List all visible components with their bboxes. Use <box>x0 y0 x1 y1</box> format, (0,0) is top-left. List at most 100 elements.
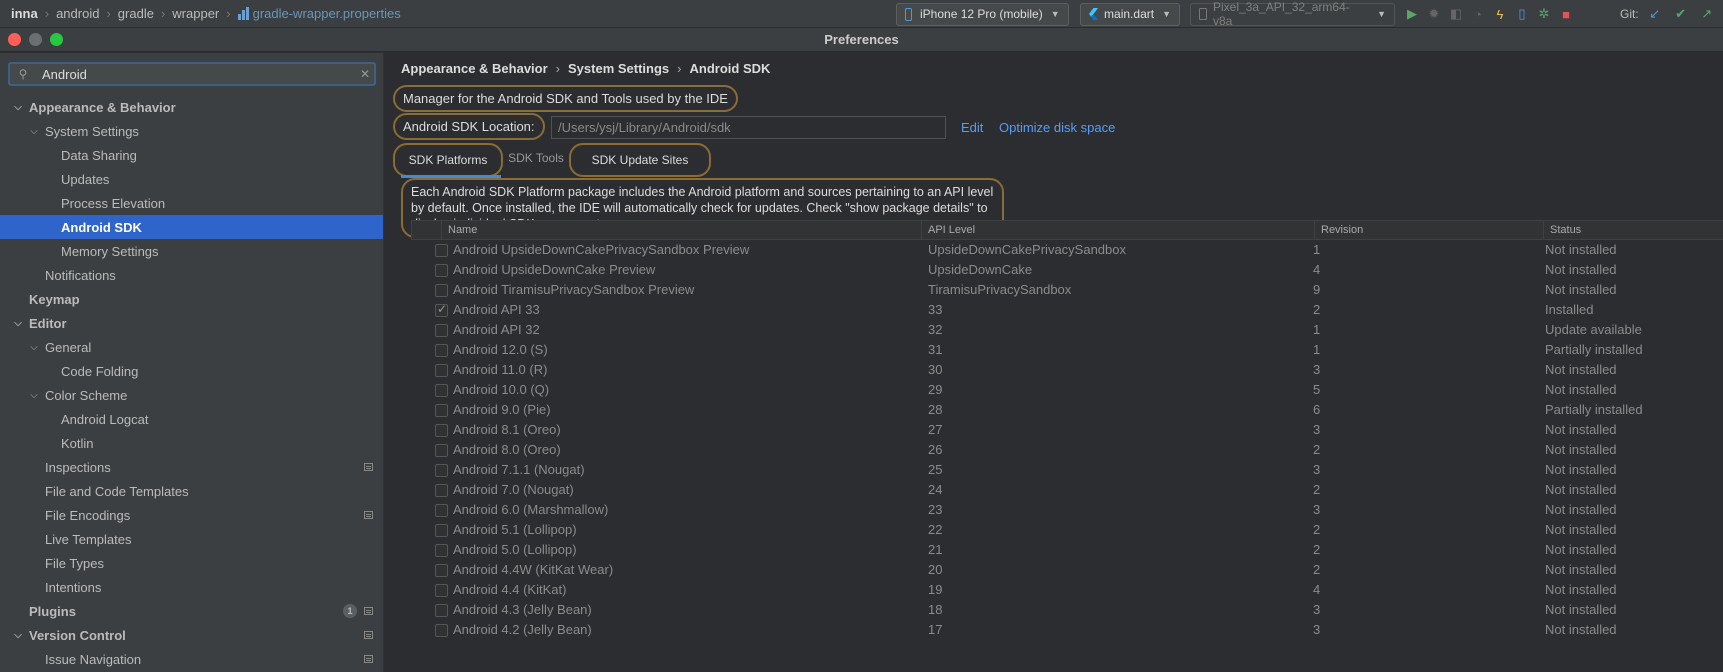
tree-item-version-control[interactable]: ⌵ Version Control <box>0 623 383 647</box>
attach-debugger-icon[interactable]: ✲ <box>1534 4 1554 24</box>
row-checkbox[interactable] <box>435 424 448 437</box>
optimize-disk-space-link[interactable]: Optimize disk space <box>999 120 1115 135</box>
tree-item-android-sdk[interactable]: Android SDK <box>0 215 383 239</box>
tree-item-file-code-templates[interactable]: File and Code Templates <box>0 479 383 503</box>
tree-item-updates[interactable]: Updates <box>0 167 383 191</box>
row-checkbox[interactable] <box>435 464 448 477</box>
row-checkbox[interactable] <box>435 584 448 597</box>
tree-item-process-elevation[interactable]: Process Elevation <box>0 191 383 215</box>
row-checkbox[interactable] <box>435 624 448 637</box>
tree-item-android-logcat[interactable]: Android Logcat <box>0 407 383 431</box>
tree-item-appearance-behavior[interactable]: ⌵ Appearance & Behavior <box>0 95 383 119</box>
table-row[interactable]: Android 4.4W (KitKat Wear) 20 2 Not install… <box>411 560 1723 580</box>
table-row[interactable]: Android 6.0 (Marshmallow) 23 3 Not installe… <box>411 500 1723 520</box>
breadcrumb-wrapper[interactable]: wrapper <box>172 6 219 21</box>
git-update-icon[interactable]: ↙ <box>1645 4 1665 24</box>
table-row[interactable]: Android 8.0 (Oreo) 26 2 Not installed <box>411 440 1723 460</box>
row-checkbox[interactable] <box>435 544 448 557</box>
tab-sdk-update-sites[interactable]: SDK Update Sites <box>569 143 711 177</box>
table-row[interactable]: Android 10.0 (Q) 29 5 Not installed <box>411 380 1723 400</box>
git-commit-icon[interactable]: ✔ <box>1671 4 1691 24</box>
debug-icon[interactable]: ✹ <box>1424 4 1444 24</box>
row-checkbox[interactable] <box>435 384 448 397</box>
tree-item-general[interactable]: ⌵ General <box>0 335 383 359</box>
table-row[interactable]: Android API 33 33 2 Installed <box>411 300 1723 320</box>
table-row[interactable]: Android UpsideDownCake Preview UpsideDown… <box>411 260 1723 280</box>
table-row[interactable]: Android 7.1.1 (Nougat) 25 3 Not installed <box>411 460 1723 480</box>
chevron-down-icon[interactable]: ⌵ <box>28 390 40 401</box>
stop-icon[interactable]: ■ <box>1556 4 1576 24</box>
tree-item-keymap[interactable]: Keymap <box>0 287 383 311</box>
table-row[interactable]: Android 12.0 (S) 31 1 Partially installed <box>411 340 1723 360</box>
settings-search-input[interactable] <box>34 66 356 82</box>
row-checkbox[interactable] <box>435 504 448 517</box>
chevron-down-icon[interactable]: ⌵ <box>12 102 24 113</box>
profile-icon[interactable]: ◔ <box>1468 4 1488 24</box>
tree-item-kotlin[interactable]: Kotlin <box>0 431 383 455</box>
tree-item-code-folding[interactable]: Code Folding <box>0 359 383 383</box>
table-row[interactable]: Android 5.1 (Lollipop) 22 2 Not installed <box>411 520 1723 540</box>
table-row[interactable]: Android 7.0 (Nougat) 24 2 Not installed <box>411 480 1723 500</box>
row-checkbox[interactable] <box>435 604 448 617</box>
table-row[interactable]: Android TiramisuPrivacySandbox Preview Ti… <box>411 280 1723 300</box>
row-checkbox[interactable] <box>435 524 448 537</box>
row-checkbox[interactable] <box>435 344 448 357</box>
clear-search-icon[interactable]: ✕ <box>356 67 374 81</box>
row-checkbox[interactable] <box>435 564 448 577</box>
chevron-down-icon[interactable]: ⌵ <box>28 126 40 137</box>
table-row[interactable]: Android 5.0 (Lollipop) 21 2 Not installed <box>411 540 1723 560</box>
chevron-down-icon[interactable]: ⌵ <box>28 342 40 353</box>
tree-item-system-settings[interactable]: ⌵ System Settings <box>0 119 383 143</box>
breadcrumb-project[interactable]: inna <box>11 6 38 21</box>
tree-item-issue-navigation[interactable]: Issue Navigation <box>0 647 383 671</box>
tree-item-file-types[interactable]: File Types <box>0 551 383 575</box>
row-checkbox[interactable] <box>435 302 448 317</box>
table-row[interactable]: Android 11.0 (R) 30 3 Not installed <box>411 360 1723 380</box>
chevron-down-icon[interactable]: ⌵ <box>12 318 24 329</box>
row-checkbox[interactable] <box>435 364 448 377</box>
table-row[interactable]: Android 4.2 (Jelly Bean) 17 3 Not installed <box>411 620 1723 640</box>
tree-item-color-scheme[interactable]: ⌵ Color Scheme <box>0 383 383 407</box>
tab-sdk-tools[interactable]: SDK Tools <box>503 143 569 177</box>
tree-item-intentions[interactable]: Intentions <box>0 575 383 599</box>
row-checkbox[interactable] <box>435 284 448 297</box>
tree-item-file-encodings[interactable]: File Encodings <box>0 503 383 527</box>
tree-item-memory-settings[interactable]: Memory Settings <box>0 239 383 263</box>
apply-changes-icon[interactable]: ▯ <box>1512 4 1532 24</box>
header-revision[interactable]: Revision <box>1314 221 1543 240</box>
tree-item-data-sharing[interactable]: Data Sharing <box>0 143 383 167</box>
tab-sdk-platforms[interactable]: SDK Platforms <box>393 143 503 178</box>
row-checkbox[interactable] <box>435 404 448 417</box>
tree-item-inspections[interactable]: Inspections <box>0 455 383 479</box>
table-row[interactable]: Android 4.4 (KitKat) 19 4 Not installed <box>411 580 1723 600</box>
table-row[interactable]: Android UpsideDownCakePrivacySandbox Pre… <box>411 240 1723 260</box>
chevron-down-icon[interactable]: ⌵ <box>12 630 24 641</box>
edit-link[interactable]: Edit <box>961 120 983 135</box>
tree-item-plugins[interactable]: Plugins 1 <box>0 599 383 623</box>
tree-item-notifications[interactable]: Notifications <box>0 263 383 287</box>
emulator-selector[interactable]: Pixel_3a_API_32_arm64-v8a ▼ <box>1190 0 1395 28</box>
breadcrumb-file[interactable]: gradle-wrapper.properties <box>237 6 401 21</box>
row-checkbox[interactable] <box>435 444 448 457</box>
header-status[interactable]: Status <box>1543 221 1723 240</box>
table-row[interactable]: Android 9.0 (Pie) 28 6 Partially installed <box>411 400 1723 420</box>
device-selector[interactable]: iPhone 12 Pro (mobile) ▼ <box>896 2 1069 26</box>
row-checkbox[interactable] <box>435 484 448 497</box>
tree-item-editor[interactable]: ⌵ Editor <box>0 311 383 335</box>
header-name[interactable]: Name <box>441 221 981 240</box>
table-row[interactable]: Android 8.1 (Oreo) 27 3 Not installed <box>411 420 1723 440</box>
breadcrumb-gradle[interactable]: gradle <box>118 6 154 21</box>
git-push-icon[interactable]: ↗ <box>1697 4 1717 24</box>
sdk-location-field[interactable]: /Users/ysj/Library/Android/sdk <box>551 116 946 139</box>
row-checkbox[interactable] <box>435 264 448 277</box>
row-checkbox[interactable] <box>435 324 448 337</box>
table-row[interactable]: Android 4.3 (Jelly Bean) 18 3 Not installed <box>411 600 1723 620</box>
row-checkbox[interactable] <box>435 244 448 257</box>
coverage-icon[interactable]: ◧ <box>1446 4 1466 24</box>
header-api-level[interactable]: API Level <box>921 221 1314 240</box>
run-icon[interactable]: ▶ <box>1402 4 1422 24</box>
breadcrumb-android[interactable]: android <box>56 6 99 21</box>
tree-item-live-templates[interactable]: Live Templates <box>0 527 383 551</box>
settings-search-box[interactable]: ⚲ ✕ <box>8 62 376 86</box>
run-config-selector[interactable]: main.dart ▼ <box>1080 2 1180 26</box>
